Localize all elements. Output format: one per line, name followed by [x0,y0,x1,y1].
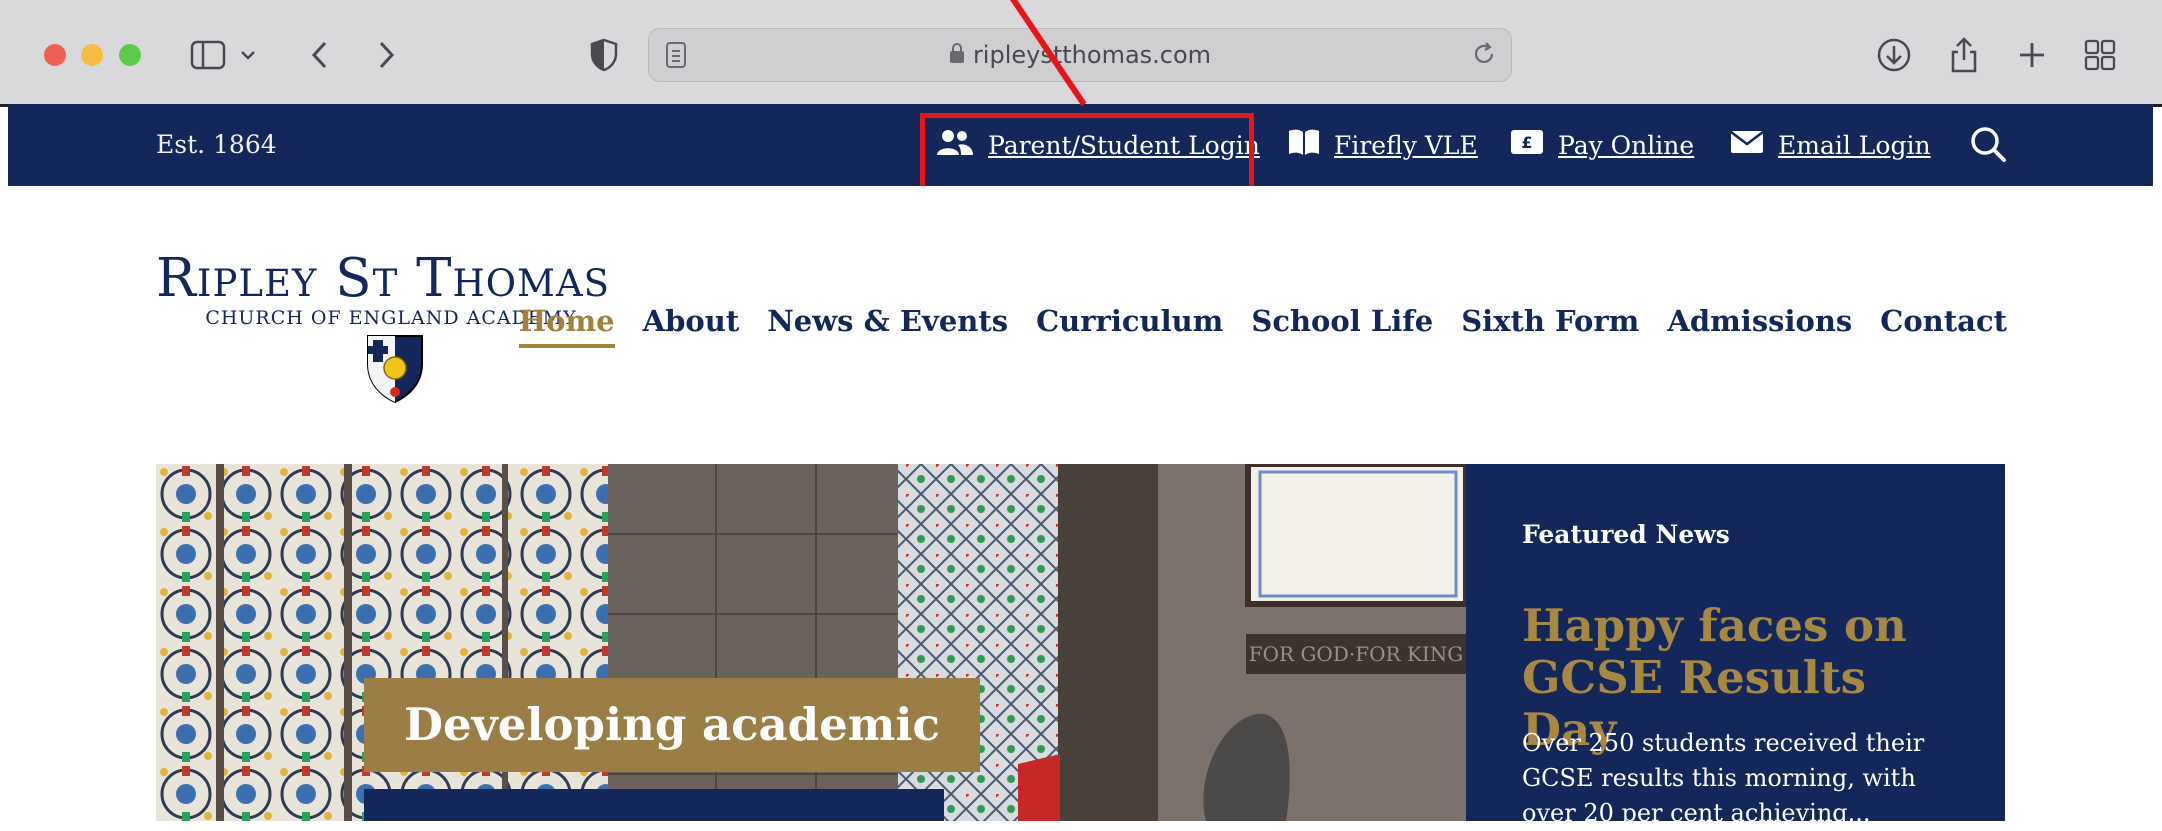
hero-caption: Developing academic [364,678,980,772]
lock-icon [949,30,965,82]
hero-caption-second-line [364,789,944,821]
pay-online-link[interactable]: £ Pay Online [1510,104,1694,186]
share-icon[interactable] [1942,33,1986,77]
main-navigation: Home About News & Events Curriculum Scho… [518,304,2007,348]
established-text: Est. 1864 [156,130,277,159]
close-window-button[interactable] [44,44,66,66]
chevron-down-icon[interactable] [236,33,260,77]
email-login-label: Email Login [1778,130,1931,160]
nav-news-events[interactable]: News & Events [767,304,1008,348]
url-text: ripleystthomas.com [649,29,1511,81]
new-tab-icon[interactable] [2010,33,2054,77]
zoom-window-button[interactable] [119,44,141,66]
page-content: Ripley St Thomas CHURCH OF ENGLAND ACADE… [8,186,2153,827]
book-icon [1288,128,1320,162]
minimize-window-button[interactable] [81,44,103,66]
crest-icon [366,334,424,408]
email-login-link[interactable]: Email Login [1730,104,1931,186]
nav-home[interactable]: Home [518,304,615,348]
svg-text:£: £ [1521,133,1532,152]
nav-sixth-form[interactable]: Sixth Form [1461,304,1639,348]
nav-contact[interactable]: Contact [1880,304,2007,348]
forward-icon[interactable] [364,33,408,77]
nav-about[interactable]: About [643,304,740,348]
plaque-inscription: FOR GOD·FOR KING [1249,642,1463,666]
firefly-vle-label: Firefly VLE [1334,130,1478,160]
nav-admissions[interactable]: Admissions [1667,304,1852,348]
annotation-highlight-box [920,113,1254,191]
envelope-icon [1730,130,1764,160]
hero-image: FOR GOD·FOR KING Developing academic [156,464,1466,821]
url-label: ripleystthomas.com [972,41,1212,69]
firefly-vle-link[interactable]: Firefly VLE [1288,104,1478,186]
download-icon[interactable] [1872,33,1916,77]
featured-news-panel[interactable]: Featured News Happy faces on GCSE Result… [1466,464,2005,827]
shield-icon[interactable] [582,33,626,77]
tab-overview-icon[interactable] [2078,33,2122,77]
search-icon[interactable] [1968,124,2008,168]
pound-icon: £ [1510,129,1544,161]
back-icon[interactable] [298,33,342,77]
reload-icon[interactable] [1471,41,1497,71]
nav-school-life[interactable]: School Life [1251,304,1433,348]
logo-title: Ripley St Thomas [156,248,611,309]
pay-online-label: Pay Online [1558,130,1695,160]
sidebar-toggle-icon[interactable] [186,33,230,77]
featured-news-body: Over 250 students received their GCSE re… [1522,729,1925,827]
browser-toolbar: ripleystthomas.com [0,0,2162,107]
address-bar[interactable]: ripleystthomas.com [648,28,1512,82]
nav-curriculum[interactable]: Curriculum [1036,304,1223,348]
featured-news-kicker: Featured News [1522,520,1730,549]
